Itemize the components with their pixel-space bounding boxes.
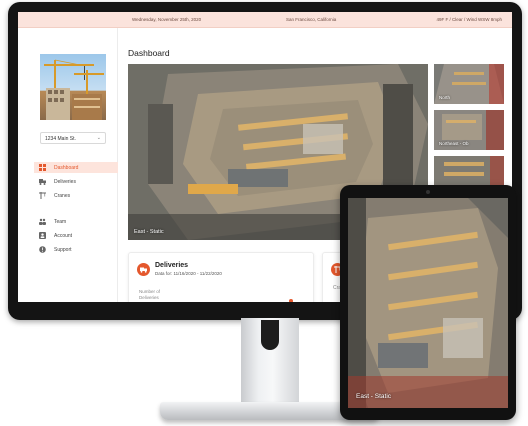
site-photo	[40, 54, 106, 120]
camera-label: North	[439, 95, 451, 100]
site-selector-value: 1234 Main St.	[45, 136, 76, 142]
support-icon	[39, 246, 46, 253]
sidebar-item-label: Deliveries	[54, 179, 76, 185]
card-title: Deliveries	[155, 262, 189, 269]
sidebar-item-label: Account	[54, 233, 73, 239]
deliveries-card[interactable]: Deliveries Data for: 11/16/2020 - 11/22/…	[128, 252, 314, 302]
current-location: San Francisco, California	[286, 17, 337, 22]
dashboard-icon	[39, 164, 46, 171]
camera-thumbnail-northeast[interactable]: Northeast - Ob	[434, 110, 504, 150]
camera-label: East - Static	[356, 393, 392, 400]
team-icon	[39, 218, 46, 225]
sidebar-item-label: Cranes	[54, 193, 71, 199]
tablet-camera	[426, 190, 430, 194]
page-title: Dashboard	[128, 48, 170, 58]
card-metric-label: Number of Deliveries	[139, 289, 160, 301]
sidebar: 1234 Main St. ⌄ Dashboard Deliveries Cra…	[18, 28, 118, 302]
camera-thumbnail-north[interactable]: North	[434, 64, 504, 104]
chevron-down-icon: ⌄	[96, 135, 101, 141]
tablet-frame: East - Static	[340, 185, 516, 420]
account-icon	[39, 232, 46, 239]
current-date: Wednesday, November 25th, 2020	[132, 17, 202, 22]
truck-icon	[137, 263, 150, 276]
sidebar-item-cranes[interactable]: Cranes	[34, 190, 118, 201]
camera-label: East - Static	[134, 229, 164, 235]
sidebar-item-label: Team	[54, 219, 67, 225]
current-weather: 49F F / Clear / Wind WSW 8mph	[436, 17, 502, 22]
camera-thumbnail-third[interactable]	[434, 156, 504, 186]
info-bar: Wednesday, November 25th, 2020 San Franc…	[18, 12, 512, 28]
crane-icon	[39, 192, 46, 199]
status-dot	[289, 299, 293, 302]
metric-line: Deliveries	[139, 295, 159, 300]
sidebar-item-deliveries[interactable]: Deliveries	[34, 176, 118, 187]
tablet-camera-feed[interactable]: East - Static	[348, 198, 508, 408]
camera-label: Northeast - Ob	[439, 141, 469, 146]
stand-cable-hole	[261, 320, 279, 350]
sidebar-item-account[interactable]: Account	[34, 230, 118, 241]
sidebar-item-dashboard[interactable]: Dashboard	[34, 162, 118, 173]
sidebar-item-label: Support	[54, 247, 72, 253]
truck-icon	[39, 178, 46, 185]
sidebar-item-support[interactable]: Support	[34, 244, 118, 255]
site-selector[interactable]: 1234 Main St. ⌄	[40, 132, 106, 144]
sidebar-item-team[interactable]: Team	[34, 216, 118, 227]
card-date-range: Data for: 11/16/2020 - 11/22/2020	[155, 271, 222, 276]
sidebar-item-label: Dashboard	[54, 165, 79, 171]
